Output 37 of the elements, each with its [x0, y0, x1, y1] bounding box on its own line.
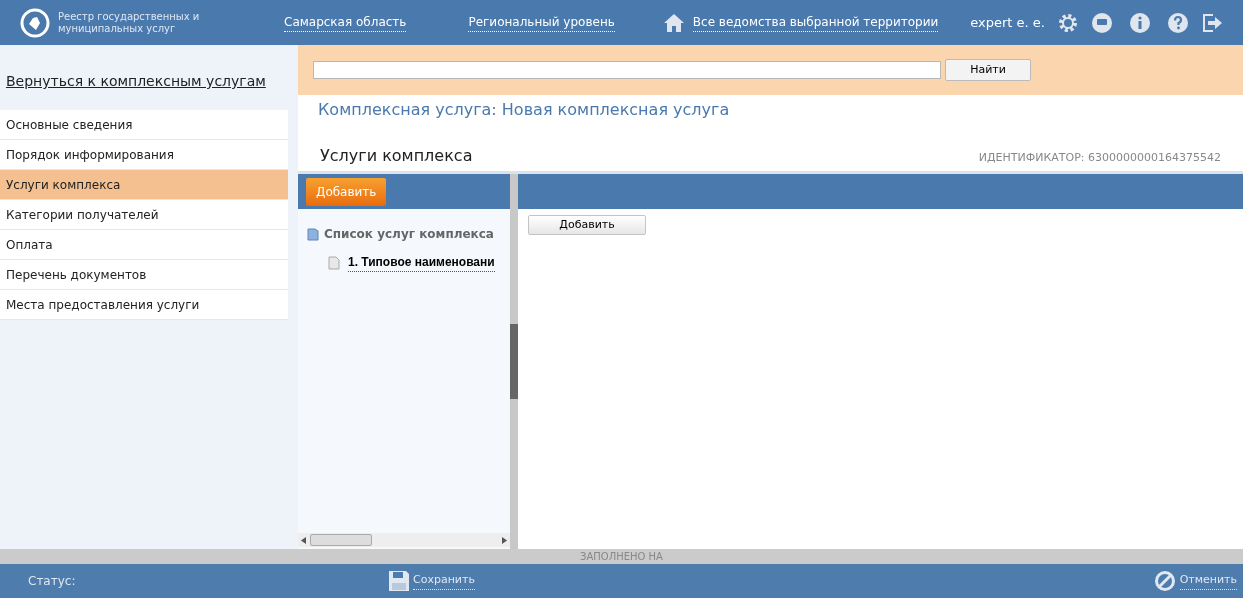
- search-field[interactable]: [313, 61, 941, 79]
- tree-item[interactable]: 1. Типовое наименовани: [348, 253, 495, 272]
- section-title: Услуги комплекса: [320, 145, 473, 167]
- sidebar-item[interactable]: Перечень документов: [0, 260, 288, 290]
- status-label: Статус:: [28, 573, 77, 590]
- logout-icon[interactable]: [1201, 11, 1223, 34]
- scroll-left-icon[interactable]: [301, 536, 306, 544]
- region-link[interactable]: Самарская область: [284, 13, 407, 32]
- departments-link[interactable]: Все ведомства выбранной территории: [692, 13, 939, 32]
- horizontal-scrollbar[interactable]: [298, 533, 510, 547]
- document-icon: [328, 255, 340, 270]
- sidebar-item[interactable]: Места предоставления услуги: [0, 290, 288, 320]
- search-button[interactable]: Найти: [945, 59, 1031, 81]
- tree-root[interactable]: Список услуг комплекса: [324, 225, 494, 243]
- save-link[interactable]: Сохранить: [388, 570, 475, 592]
- scroll-right-icon[interactable]: [502, 536, 507, 544]
- sidebar-item[interactable]: Категории получателей: [0, 200, 288, 230]
- app-name: Реестр государственных и муниципальных услуг: [58, 10, 201, 35]
- splitter[interactable]: [510, 174, 518, 549]
- add-button[interactable]: Добавить: [528, 215, 646, 235]
- identifier-text: ИДЕНТИФИКАТОР: 6300000000164375542: [978, 149, 1221, 166]
- back-link[interactable]: Вернуться к комплексным услугам: [6, 71, 266, 92]
- cancel-icon: [1153, 570, 1176, 592]
- info-icon[interactable]: [1129, 11, 1151, 34]
- page-title: Комплексная услуга: Новая комплексная услуга: [318, 99, 730, 121]
- user-name: expert e. e.: [970, 13, 1045, 32]
- level-link[interactable]: Региональный уровень: [468, 13, 615, 32]
- filled-bar: ЗАПОЛНЕНО НА: [0, 549, 1243, 564]
- sidebar-item[interactable]: Услуги комплекса: [0, 170, 288, 200]
- home-icon[interactable]: [662, 12, 685, 33]
- folder-icon: [306, 227, 320, 241]
- cancel-link[interactable]: Отменить: [1153, 570, 1237, 592]
- settings-icon[interactable]: [1057, 11, 1079, 34]
- sidebar-item[interactable]: Оплата: [0, 230, 288, 260]
- sidebar-item[interactable]: Порядок информирования: [0, 140, 288, 170]
- sidebar-item[interactable]: Основные сведения: [0, 110, 288, 140]
- help-icon[interactable]: [1167, 11, 1189, 34]
